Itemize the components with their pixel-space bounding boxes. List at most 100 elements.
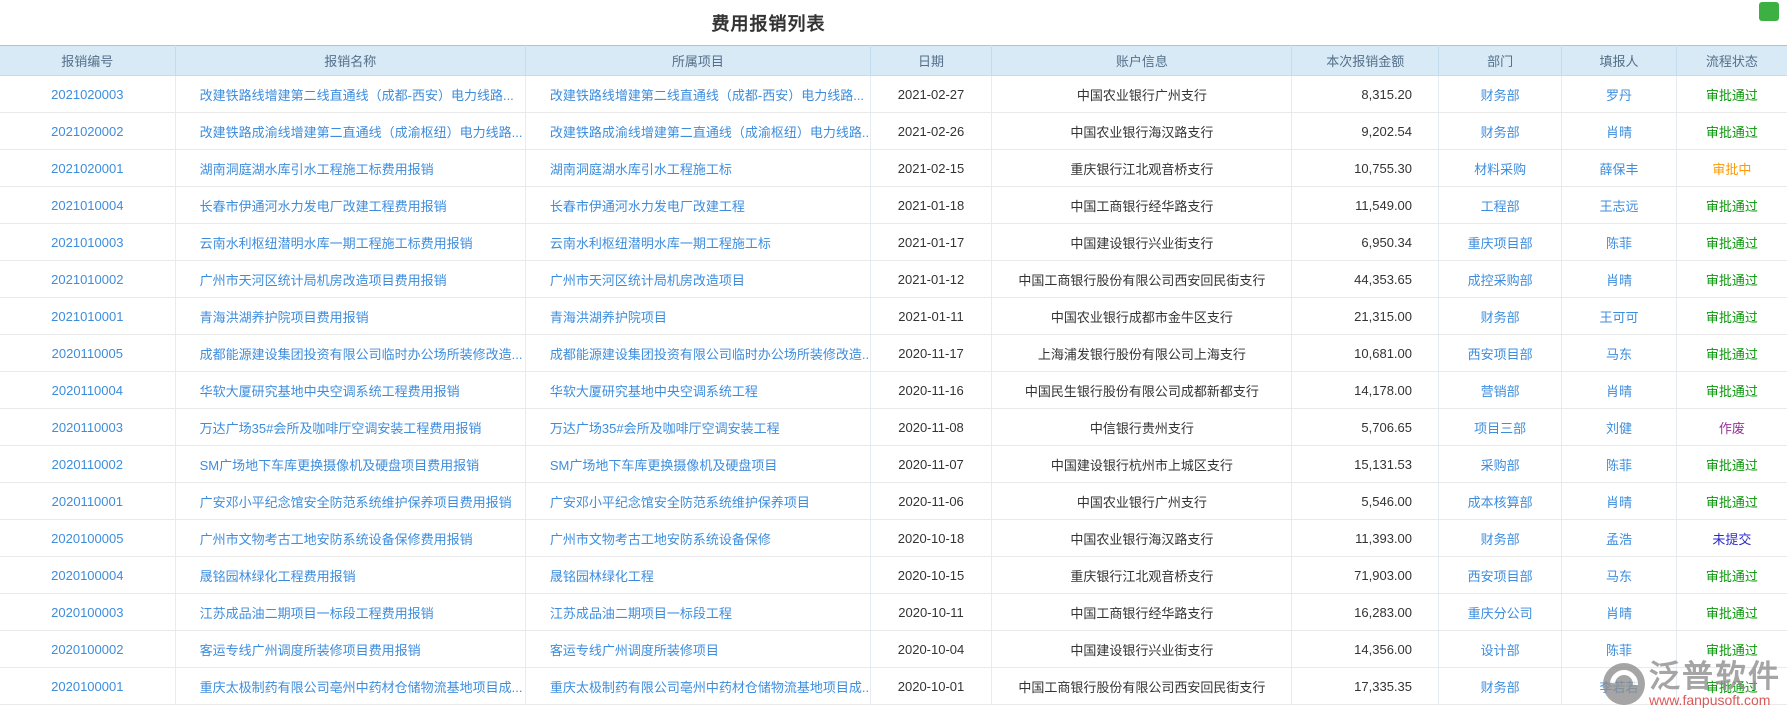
cell-project[interactable]: 江苏成品油二期项目一标段工程 (525, 594, 870, 631)
cell-project[interactable]: 重庆太极制药有限公司亳州中药材仓储物流基地项目成... (525, 668, 870, 705)
cell-id[interactable]: 2021020002 (0, 113, 175, 150)
cell-project[interactable]: 湖南洞庭湖水库引水工程施工标 (525, 150, 870, 187)
cell-name[interactable]: 客运专线广州调度所装修项目费用报销 (175, 631, 525, 668)
cell-dept[interactable]: 重庆分公司 (1439, 594, 1562, 631)
cell-dept[interactable]: 成控采购部 (1439, 261, 1562, 298)
cell-creator[interactable]: 肖晴 (1562, 113, 1676, 150)
cell-id[interactable]: 2020110002 (0, 446, 175, 483)
cell-name[interactable]: 华软大厦研究基地中央空调系统工程费用报销 (175, 372, 525, 409)
cell-id[interactable]: 2021010002 (0, 261, 175, 298)
cell-name[interactable]: 改建铁路线增建第二线直通线（成都-西安）电力线路... (175, 76, 525, 113)
cell-account: 中国工商银行股份有限公司西安回民街支行 (992, 261, 1292, 298)
cell-id[interactable]: 2020110001 (0, 483, 175, 520)
cell-name[interactable]: 成都能源建设集团投资有限公司临时办公场所装修改造... (175, 335, 525, 372)
cell-project[interactable]: 华软大厦研究基地中央空调系统工程 (525, 372, 870, 409)
cell-project[interactable]: 客运专线广州调度所装修项目 (525, 631, 870, 668)
cell-id[interactable]: 2020100004 (0, 557, 175, 594)
cell-name[interactable]: 青海洪湖养护院项目费用报销 (175, 298, 525, 335)
cell-project[interactable]: 万达广场35#会所及咖啡厅空调安装工程 (525, 409, 870, 446)
table-row: 2020100003江苏成品油二期项目一标段工程费用报销江苏成品油二期项目一标段… (0, 594, 1787, 631)
cell-dept[interactable]: 财务部 (1439, 76, 1562, 113)
cell-name[interactable]: 湖南洞庭湖水库引水工程施工标费用报销 (175, 150, 525, 187)
cell-project[interactable]: 云南水利枢纽潜明水库一期工程施工标 (525, 224, 870, 261)
cell-project[interactable]: 改建铁路成渝线增建第二直通线（成渝枢纽）电力线路... (525, 113, 870, 150)
cell-project[interactable]: 青海洪湖养护院项目 (525, 298, 870, 335)
cell-creator[interactable]: 王志远 (1562, 187, 1676, 224)
green-square-icon[interactable] (1759, 2, 1779, 21)
cell-dept[interactable]: 工程部 (1439, 187, 1562, 224)
cell-name[interactable]: 晟铭园林绿化工程费用报销 (175, 557, 525, 594)
cell-project[interactable]: 晟铭园林绿化工程 (525, 557, 870, 594)
cell-dept[interactable]: 财务部 (1439, 668, 1562, 705)
cell-status: 审批中 (1676, 150, 1787, 187)
cell-id[interactable]: 2020110004 (0, 372, 175, 409)
cell-dept[interactable]: 项目三部 (1439, 409, 1562, 446)
cell-id[interactable]: 2021010004 (0, 187, 175, 224)
cell-id[interactable]: 2020100002 (0, 631, 175, 668)
cell-project[interactable]: SM广场地下车库更换摄像机及硬盘项目 (525, 446, 870, 483)
cell-account: 中国农业银行广州支行 (992, 483, 1292, 520)
cell-dept[interactable]: 财务部 (1439, 520, 1562, 557)
cell-creator[interactable]: 肖晴 (1562, 594, 1676, 631)
cell-creator[interactable]: 肖晴 (1562, 261, 1676, 298)
cell-name[interactable]: 重庆太极制药有限公司亳州中药材仓储物流基地项目成... (175, 668, 525, 705)
cell-creator[interactable]: 李若若 (1562, 668, 1676, 705)
cell-name[interactable]: 广安邓小平纪念馆安全防范系统维护保养项目费用报销 (175, 483, 525, 520)
cell-creator[interactable]: 马东 (1562, 335, 1676, 372)
cell-name[interactable]: 广州市天河区统计局机房改造项目费用报销 (175, 261, 525, 298)
cell-name[interactable]: 江苏成品油二期项目一标段工程费用报销 (175, 594, 525, 631)
cell-account: 中国建设银行兴业街支行 (992, 631, 1292, 668)
cell-id[interactable]: 2021020003 (0, 76, 175, 113)
cell-project[interactable]: 长春市伊通河水力发电厂改建工程 (525, 187, 870, 224)
cell-creator[interactable]: 肖晴 (1562, 372, 1676, 409)
cell-project[interactable]: 广州市文物考古工地安防系统设备保修 (525, 520, 870, 557)
cell-name[interactable]: 广州市文物考古工地安防系统设备保修费用报销 (175, 520, 525, 557)
cell-amount: 14,356.00 (1292, 631, 1439, 668)
cell-dept[interactable]: 重庆项目部 (1439, 224, 1562, 261)
cell-account: 中国农业银行成都市金牛区支行 (992, 298, 1292, 335)
cell-date: 2020-11-16 (870, 372, 992, 409)
cell-amount: 15,131.53 (1292, 446, 1439, 483)
cell-id[interactable]: 2020110005 (0, 335, 175, 372)
column-header-account: 账户信息 (992, 46, 1292, 76)
cell-id[interactable]: 2020110003 (0, 409, 175, 446)
cell-project[interactable]: 广州市天河区统计局机房改造项目 (525, 261, 870, 298)
cell-dept[interactable]: 设计部 (1439, 631, 1562, 668)
cell-dept[interactable]: 财务部 (1439, 298, 1562, 335)
cell-project[interactable]: 成都能源建设集团投资有限公司临时办公场所装修改造... (525, 335, 870, 372)
cell-dept[interactable]: 西安项目部 (1439, 557, 1562, 594)
cell-dept[interactable]: 成本核算部 (1439, 483, 1562, 520)
cell-name[interactable]: 长春市伊通河水力发电厂改建工程费用报销 (175, 187, 525, 224)
table-row: 2020110004华软大厦研究基地中央空调系统工程费用报销华软大厦研究基地中央… (0, 372, 1787, 409)
cell-creator[interactable]: 马东 (1562, 557, 1676, 594)
cell-creator[interactable]: 孟浩 (1562, 520, 1676, 557)
cell-dept[interactable]: 营销部 (1439, 372, 1562, 409)
cell-creator[interactable]: 陈菲 (1562, 224, 1676, 261)
cell-dept[interactable]: 采购部 (1439, 446, 1562, 483)
cell-id[interactable]: 2021020001 (0, 150, 175, 187)
cell-name[interactable]: 万达广场35#会所及咖啡厅空调安装工程费用报销 (175, 409, 525, 446)
cell-creator[interactable]: 陈菲 (1562, 446, 1676, 483)
cell-creator[interactable]: 薛保丰 (1562, 150, 1676, 187)
cell-creator[interactable]: 肖晴 (1562, 483, 1676, 520)
cell-creator[interactable]: 刘健 (1562, 409, 1676, 446)
cell-dept[interactable]: 财务部 (1439, 113, 1562, 150)
cell-dept[interactable]: 材料采购 (1439, 150, 1562, 187)
cell-creator[interactable]: 罗丹 (1562, 76, 1676, 113)
cell-project[interactable]: 广安邓小平纪念馆安全防范系统维护保养项目 (525, 483, 870, 520)
cell-name[interactable]: 改建铁路成渝线增建第二直通线（成渝枢纽）电力线路... (175, 113, 525, 150)
cell-creator[interactable]: 王可可 (1562, 298, 1676, 335)
cell-name[interactable]: SM广场地下车库更换摄像机及硬盘项目费用报销 (175, 446, 525, 483)
cell-project[interactable]: 改建铁路线增建第二线直通线（成都-西安）电力线路... (525, 76, 870, 113)
table-row: 2021020001湖南洞庭湖水库引水工程施工标费用报销湖南洞庭湖水库引水工程施… (0, 150, 1787, 187)
cell-id[interactable]: 2021010003 (0, 224, 175, 261)
cell-dept[interactable]: 西安项目部 (1439, 335, 1562, 372)
cell-id[interactable]: 2020100003 (0, 594, 175, 631)
cell-id[interactable]: 2020100005 (0, 520, 175, 557)
cell-name[interactable]: 云南水利枢纽潜明水库一期工程施工标费用报销 (175, 224, 525, 261)
cell-creator[interactable]: 陈菲 (1562, 631, 1676, 668)
table-row: 2021010001青海洪湖养护院项目费用报销青海洪湖养护院项目2021-01-… (0, 298, 1787, 335)
cell-id[interactable]: 2020100001 (0, 668, 175, 705)
cell-id[interactable]: 2021010001 (0, 298, 175, 335)
cell-account: 中国建设银行杭州市上城区支行 (992, 446, 1292, 483)
